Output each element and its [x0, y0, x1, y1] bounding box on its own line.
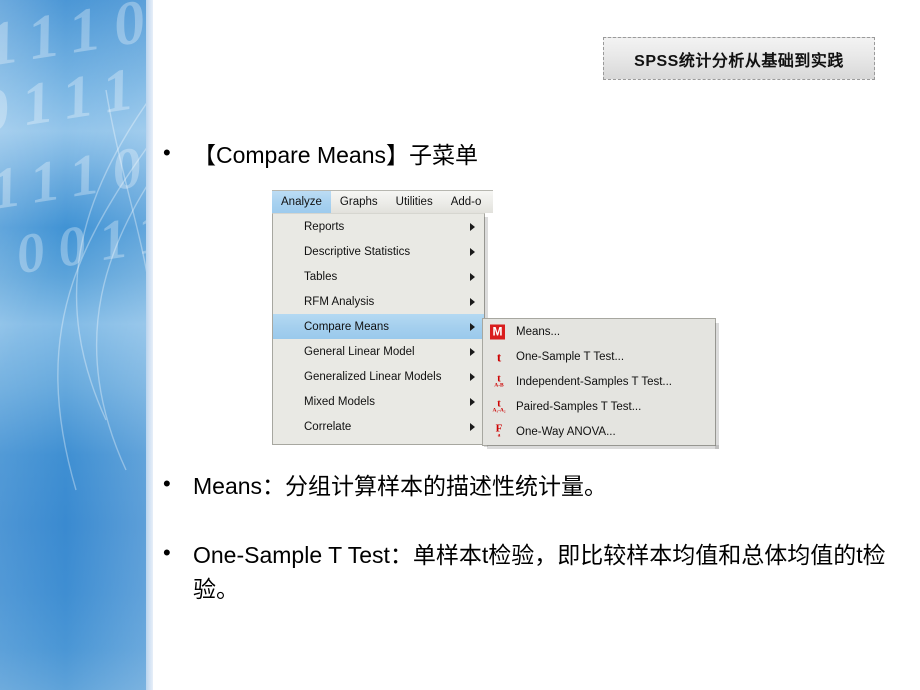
sidebar-edge-strip	[146, 0, 153, 690]
bullet-marker: •	[163, 471, 171, 496]
bullet-text-2: Means：分组计算样本的描述性统计量。	[193, 473, 608, 499]
menubar-item-addons-label: Add-o	[450, 196, 482, 208]
independent-samples-t-test-icon: t A-B	[494, 372, 504, 389]
menu-item-mixed-models[interactable]: Mixed Models	[273, 389, 484, 414]
submenu-arrow-icon	[470, 397, 475, 406]
bullet-marker: •	[163, 540, 171, 565]
menu-item-compare-means-label: Compare Means	[304, 320, 390, 333]
menubar-item-analyze[interactable]: Analyze	[272, 191, 331, 213]
menubar-item-graphs-label: Graphs	[339, 196, 378, 208]
submenu-item-one-sample-t-test-label: One-Sample T Test...	[516, 350, 625, 363]
menu-item-compare-means[interactable]: Compare Means	[273, 314, 484, 339]
submenu-item-one-sample-t-test[interactable]: t One-Sample T Test...	[483, 344, 715, 369]
sidebar-sheen	[0, 0, 146, 690]
submenu-arrow-icon	[470, 347, 475, 356]
menubar-item-utilities[interactable]: Utilities	[387, 191, 442, 213]
slide-canvas: 11100 01111 11101 10011 SPSS统计分析从基础到实践 •…	[0, 0, 920, 690]
analyze-dropdown-menu: Reports Descriptive Statistics Tables RF…	[272, 213, 488, 447]
means-icon: M	[490, 324, 505, 339]
menu-item-reports[interactable]: Reports	[273, 214, 484, 239]
menu-item-general-linear-model[interactable]: General Linear Model	[273, 339, 484, 364]
submenu-arrow-icon	[470, 372, 475, 381]
bullet-item-1: • 【Compare Means】子菜单	[163, 138, 863, 172]
submenu-item-means-label: Means...	[516, 325, 561, 338]
decorative-sidebar: 11100 01111 11101 10011	[0, 0, 146, 690]
submenu-item-one-way-anova-label: One-Way ANOVA...	[516, 425, 616, 438]
submenu-arrow-icon	[470, 422, 475, 431]
header-title-text: SPSS统计分析从基础到实践	[634, 52, 844, 70]
compare-means-submenu: M Means... t One-Sample T Test... t A-B I…	[482, 318, 719, 449]
submenu-item-paired-samples-t-test-label: Paired-Samples T Test...	[516, 400, 642, 413]
menubar-item-utilities-label: Utilities	[395, 196, 433, 208]
submenu-arrow-icon	[470, 272, 475, 281]
spss-menubar: Analyze Graphs Utilities Add-o	[272, 190, 493, 213]
menu-item-rfm-analysis-label: RFM Analysis	[304, 295, 375, 308]
menubar-item-graphs[interactable]: Graphs	[331, 191, 387, 213]
menu-item-reports-label: Reports	[304, 220, 345, 233]
submenu-arrow-icon	[470, 222, 475, 231]
menu-item-descriptive-statistics[interactable]: Descriptive Statistics	[273, 239, 484, 264]
menu-item-correlate[interactable]: Correlate	[273, 414, 484, 439]
menu-item-generalized-linear-models[interactable]: Generalized Linear Models	[273, 364, 484, 389]
bullet-marker: •	[163, 140, 171, 165]
submenu-arrow-icon	[470, 322, 475, 331]
menu-item-rfm-analysis[interactable]: RFM Analysis	[273, 289, 484, 314]
one-way-anova-icon: Fa	[495, 422, 503, 439]
bullet-text-3: One-Sample T Test：单样本t检验，即比较样本均值和总体均值的t检…	[193, 542, 886, 602]
menu-item-generalized-linear-models-label: Generalized Linear Models	[304, 370, 442, 383]
bullet-text-1: 【Compare Means】子菜单	[193, 142, 479, 168]
menu-item-tables[interactable]: Tables	[273, 264, 484, 289]
header-title-box: SPSS统计分析从基础到实践	[603, 37, 875, 80]
submenu-item-independent-samples-t-test-label: Independent-Samples T Test...	[516, 375, 672, 388]
submenu-arrow-icon	[470, 247, 475, 256]
menu-item-tables-label: Tables	[304, 270, 338, 283]
menubar-item-addons[interactable]: Add-o	[442, 191, 491, 213]
submenu-item-paired-samples-t-test[interactable]: t A₁-A₂ Paired-Samples T Test...	[483, 394, 715, 419]
menubar-item-analyze-label: Analyze	[281, 196, 322, 208]
paired-samples-t-test-icon: t A₁-A₂	[492, 397, 506, 414]
submenu-item-one-way-anova[interactable]: Fa One-Way ANOVA...	[483, 419, 715, 444]
submenu-item-independent-samples-t-test[interactable]: t A-B Independent-Samples T Test...	[483, 369, 715, 394]
menu-item-correlate-label: Correlate	[304, 420, 352, 433]
menu-item-general-linear-model-label: General Linear Model	[304, 345, 415, 358]
bullet-item-2: • Means：分组计算样本的描述性统计量。	[163, 469, 863, 503]
submenu-item-means[interactable]: M Means...	[483, 319, 715, 344]
submenu-arrow-icon	[470, 297, 475, 306]
menu-item-mixed-models-label: Mixed Models	[304, 395, 375, 408]
bullet-item-3: • One-Sample T Test：单样本t检验，即比较样本均值和总体均值的…	[163, 538, 893, 606]
one-sample-t-test-icon: t	[496, 349, 502, 364]
menu-item-descriptive-statistics-label: Descriptive Statistics	[304, 245, 411, 258]
